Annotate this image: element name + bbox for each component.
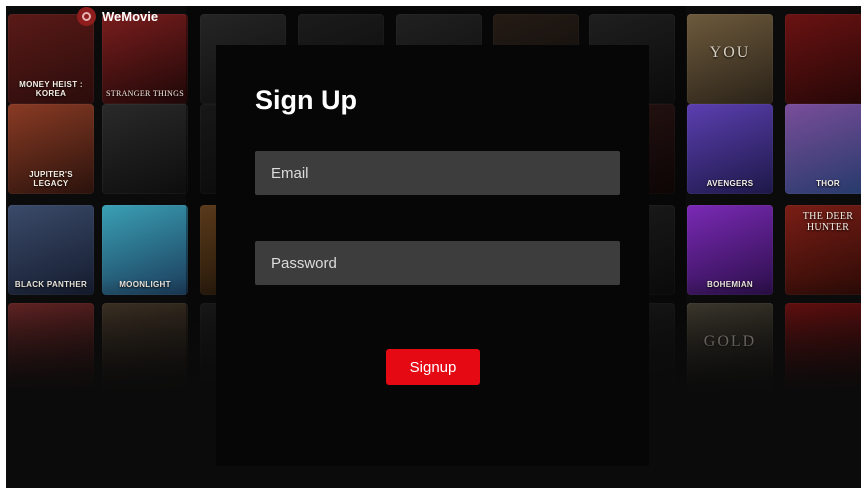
poster-tile: MONEY HEIST : KOREA xyxy=(8,14,94,104)
poster-title: GOLD xyxy=(703,333,757,350)
poster-title: STRANGER THINGS xyxy=(106,89,184,98)
signup-modal: Sign Up Signup xyxy=(216,45,649,466)
poster-tile: JUPITER'S LEGACY xyxy=(8,104,94,194)
poster-title: THE DEER HUNTER xyxy=(802,211,854,233)
page-title: Sign Up xyxy=(255,85,357,115)
poster-tile: GOLD xyxy=(687,303,773,393)
poster-title: MOONLIGHT xyxy=(119,280,171,289)
poster-tile: THE DEER HUNTER xyxy=(785,205,861,295)
brand-logo[interactable]: WeMovie xyxy=(77,7,158,26)
poster-title: BOHEMIAN xyxy=(707,280,753,289)
poster-tile: STRANGER THINGS xyxy=(102,14,188,104)
poster-title: YOU xyxy=(709,44,751,61)
poster-tile: THOR xyxy=(785,104,861,194)
poster-title: JUPITER'S LEGACY xyxy=(29,170,73,188)
poster-tile: BLACK PANTHER xyxy=(8,205,94,295)
poster-title: THOR xyxy=(816,179,840,188)
poster-tile: AVENGERS xyxy=(687,104,773,194)
poster-tile xyxy=(102,104,188,194)
poster-tile xyxy=(785,303,861,393)
poster-tile: YOU xyxy=(687,14,773,104)
signup-button[interactable]: Signup xyxy=(386,349,480,385)
poster-title: BLACK PANTHER xyxy=(14,280,88,289)
poster-tile: MOONLIGHT xyxy=(102,205,188,295)
email-field[interactable] xyxy=(255,151,620,195)
poster-tile xyxy=(102,303,188,393)
poster-title: AVENGERS xyxy=(706,179,754,188)
poster-tile xyxy=(785,14,861,104)
poster-title: MONEY HEIST : KOREA xyxy=(19,80,83,98)
poster-tile xyxy=(8,303,94,393)
brand-name: WeMovie xyxy=(102,9,159,24)
poster-tile: BOHEMIAN xyxy=(687,205,773,295)
reel-logo-icon xyxy=(77,7,96,26)
password-field[interactable] xyxy=(255,241,620,285)
